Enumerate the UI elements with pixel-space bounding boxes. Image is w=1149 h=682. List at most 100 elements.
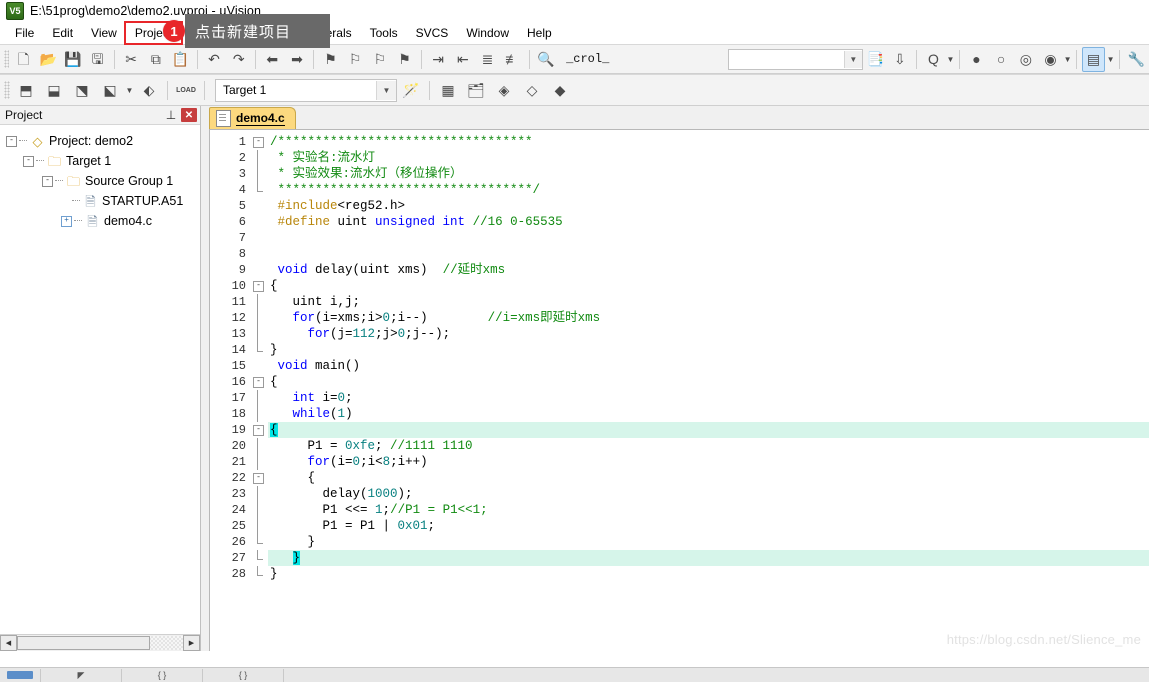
scroll-right-icon[interactable]: ▶ bbox=[183, 635, 200, 651]
code-line[interactable]: void delay(uint xms) //延时xms bbox=[268, 262, 1149, 278]
build-target-icon[interactable]: ⬓ bbox=[41, 78, 67, 103]
uncomment-icon[interactable]: ≢ bbox=[501, 47, 524, 72]
fold-marker-cell[interactable] bbox=[250, 230, 268, 246]
toolbar-grip[interactable] bbox=[4, 81, 10, 99]
chevron-down-icon[interactable]: ▼ bbox=[1106, 48, 1115, 71]
code-line[interactable]: * 实验名:流水灯 bbox=[268, 150, 1149, 166]
taskbar-tile[interactable]: { } bbox=[203, 668, 284, 682]
taskbar-tile[interactable]: ◤ bbox=[41, 668, 122, 682]
menu-help[interactable]: Help bbox=[518, 23, 561, 43]
fold-marker-cell[interactable] bbox=[250, 326, 268, 342]
close-icon[interactable]: ✕ bbox=[181, 108, 197, 122]
tree-item-startup-a51[interactable]: 🗎 STARTUP.A51 bbox=[6, 191, 200, 211]
packs-icon[interactable]: ◇ bbox=[519, 78, 545, 103]
fold-marker-cell[interactable] bbox=[250, 550, 268, 566]
code-line[interactable]: while(1) bbox=[268, 406, 1149, 422]
fold-marker-cell[interactable] bbox=[250, 502, 268, 518]
window-layout-icon[interactable]: ▤ bbox=[1082, 46, 1105, 72]
save-all-icon[interactable]: 🖫 bbox=[86, 47, 109, 72]
manage-project-items-icon[interactable]: ▦ bbox=[435, 78, 461, 103]
manage-multi-project-icon[interactable]: 🗂 bbox=[463, 78, 489, 103]
save-icon[interactable]: 💾 bbox=[62, 47, 85, 72]
bookmark-prev-icon[interactable]: ⚐ bbox=[344, 47, 367, 72]
outdent-icon[interactable]: ⇤ bbox=[451, 47, 474, 72]
translate-file-icon[interactable]: ⬒ bbox=[13, 78, 39, 103]
start-debug-icon[interactable]: Q bbox=[922, 47, 945, 72]
code-line[interactable]: P1 = P1 | 0x01; bbox=[268, 518, 1149, 534]
taskbar-tile[interactable] bbox=[0, 668, 41, 682]
menu-window[interactable]: Window bbox=[457, 23, 518, 43]
chevron-down-icon[interactable]: ▼ bbox=[124, 79, 135, 102]
fold-marker-cell[interactable]: - bbox=[250, 278, 268, 294]
code-line[interactable]: #define uint unsigned int //16 0-65535 bbox=[268, 214, 1149, 230]
menu-tools[interactable]: Tools bbox=[361, 23, 407, 43]
code-line[interactable]: for(i=0;i<8;i++) bbox=[268, 454, 1149, 470]
code-line[interactable]: uint i,j; bbox=[268, 294, 1149, 310]
cut-icon[interactable]: ✂ bbox=[120, 47, 143, 72]
bookmark-toggle-icon[interactable]: ⚑ bbox=[319, 47, 342, 72]
code-line[interactable]: } bbox=[268, 566, 1149, 582]
fold-marker-cell[interactable] bbox=[250, 406, 268, 422]
fold-marker-cell[interactable] bbox=[250, 246, 268, 262]
expander-toggle[interactable]: - bbox=[6, 135, 17, 147]
tree-item-target[interactable]: - 🗀 Target 1 bbox=[6, 151, 200, 171]
code-line[interactable]: } bbox=[268, 550, 1149, 566]
pin-icon[interactable]: ⊥ bbox=[164, 108, 178, 122]
code-line[interactable]: for(i=xms;i>0;i--) //i=xms即延时xms bbox=[268, 310, 1149, 326]
components-icon[interactable]: ◈ bbox=[491, 78, 517, 103]
navigate-back-icon[interactable]: ⬅ bbox=[261, 47, 284, 72]
code-line[interactable]: { bbox=[268, 470, 1149, 486]
download-to-flash-icon[interactable]: LOAD bbox=[173, 78, 199, 103]
disable-all-breakpoints-icon[interactable]: ◎ bbox=[1014, 47, 1037, 72]
find-in-files-icon[interactable]: 🔍 bbox=[534, 47, 557, 72]
navigate-forward-icon[interactable]: ➡ bbox=[286, 47, 309, 72]
tree-item-project[interactable]: - ◇ Project: demo2 bbox=[6, 131, 200, 151]
undo-icon[interactable]: ↶ bbox=[203, 47, 226, 72]
code-line[interactable]: /********************************** bbox=[268, 134, 1149, 150]
comment-icon[interactable]: ≣ bbox=[476, 47, 499, 72]
code-line[interactable]: void main() bbox=[268, 358, 1149, 374]
fold-collapse-icon[interactable]: - bbox=[253, 137, 264, 148]
chevron-down-icon[interactable]: ▼ bbox=[1063, 48, 1072, 71]
disable-breakpoint-icon[interactable]: ○ bbox=[990, 47, 1013, 72]
search-history-combo[interactable]: ▼ bbox=[728, 48, 863, 70]
hscroll-track[interactable] bbox=[17, 636, 183, 650]
code-line[interactable]: { bbox=[268, 422, 1149, 438]
taskbar-tile[interactable]: { } bbox=[122, 668, 203, 682]
expander-toggle[interactable]: - bbox=[42, 175, 53, 187]
copy-icon[interactable]: ⧉ bbox=[144, 47, 167, 72]
pack-installer-icon[interactable]: ◆ bbox=[547, 78, 573, 103]
fold-marker-cell[interactable] bbox=[250, 310, 268, 326]
expander-toggle[interactable]: - bbox=[23, 155, 34, 167]
fold-marker-cell[interactable] bbox=[250, 438, 268, 454]
fold-marker-cell[interactable] bbox=[250, 534, 268, 550]
new-file-icon[interactable]: 🗋 bbox=[12, 47, 35, 72]
paste-icon[interactable]: 📋 bbox=[169, 47, 192, 72]
menu-svcs[interactable]: SVCS bbox=[407, 23, 458, 43]
fold-marker-cell[interactable] bbox=[250, 198, 268, 214]
goto-definition-icon[interactable]: ⇩ bbox=[889, 47, 912, 72]
project-panel-hscrollbar[interactable]: ◀ ▶ bbox=[0, 634, 200, 651]
fold-marker-cell[interactable]: - bbox=[250, 134, 268, 150]
menu-view[interactable]: View bbox=[82, 23, 126, 43]
fold-marker-cell[interactable] bbox=[250, 566, 268, 582]
fold-marker-cell[interactable] bbox=[250, 486, 268, 502]
bookmark-clear-icon[interactable]: ⚑ bbox=[393, 47, 416, 72]
fold-marker-cell[interactable]: - bbox=[250, 470, 268, 486]
toolbar-grip[interactable] bbox=[4, 50, 10, 68]
insert-breakpoint-icon[interactable]: ● bbox=[965, 47, 988, 72]
menu-file[interactable]: File bbox=[6, 23, 43, 43]
code-folding-gutter[interactable]: - - - - - bbox=[250, 130, 268, 651]
code-line[interactable]: P1 = 0xfe; //1111 1110 bbox=[268, 438, 1149, 454]
code-line[interactable]: } bbox=[268, 342, 1149, 358]
chevron-down-icon[interactable]: ▼ bbox=[946, 48, 955, 71]
code-line[interactable]: #include<reg52.h> bbox=[268, 198, 1149, 214]
fold-marker-cell[interactable] bbox=[250, 454, 268, 470]
fold-marker-cell[interactable] bbox=[250, 214, 268, 230]
fold-marker-cell[interactable] bbox=[250, 358, 268, 374]
chevron-down-icon[interactable]: ▼ bbox=[843, 50, 862, 68]
bookmark-next-icon[interactable]: ⚐ bbox=[369, 47, 392, 72]
code-line[interactable]: } bbox=[268, 534, 1149, 550]
code-line[interactable]: P1 <<= 1;//P1 = P1<<1; bbox=[268, 502, 1149, 518]
code-line[interactable]: { bbox=[268, 374, 1149, 390]
